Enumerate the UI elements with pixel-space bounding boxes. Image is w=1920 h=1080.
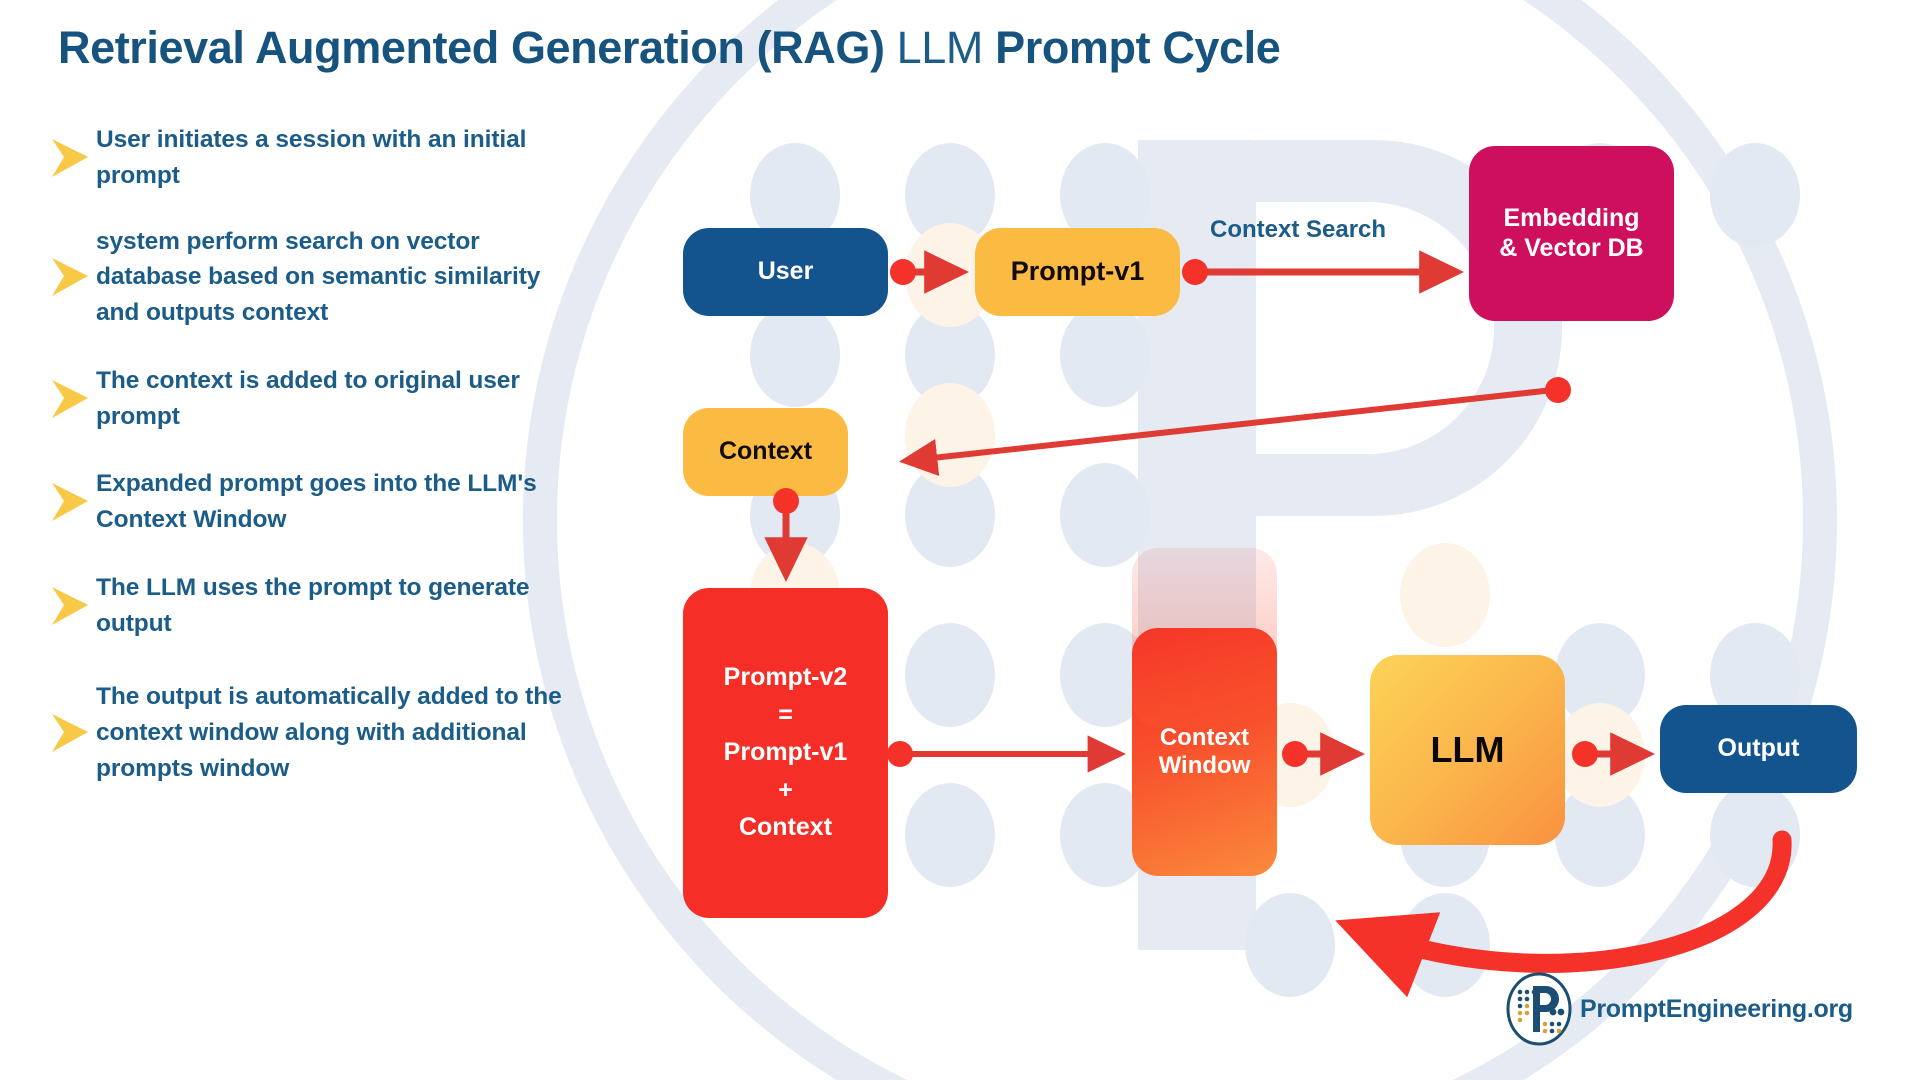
chevron-arrow-icon (52, 138, 88, 177)
chevron-arrow-icon (52, 714, 88, 753)
chevron-arrow-icon (52, 379, 88, 418)
edge-embedding-to-context (899, 377, 1571, 476)
list-item-label: Expanded prompt goes into the LLM's Cont… (96, 470, 537, 534)
prompt-engineering-logo-icon (1506, 972, 1572, 1046)
list-item-label: The LLM uses the prompt to generate outp… (96, 573, 530, 637)
edge-user-to-promptv1 (890, 250, 969, 294)
edge-promptv2-to-contextwindow (887, 735, 1126, 773)
list-item: Expanded prompt goes into the LLM's Cont… (46, 466, 566, 538)
page-title: Retrieval Augmented Generation (RAG) LLM… (58, 22, 1281, 74)
infographic-canvas: Retrieval Augmented Generation (RAG) LLM… (0, 0, 1920, 1080)
title-part-1: Retrieval Augmented Generation (RAG) (58, 22, 897, 73)
chevron-arrow-icon (52, 483, 88, 522)
brand-logo[interactable]: PromptEngineering.org (1506, 972, 1853, 1046)
chevron-arrow-icon (52, 258, 88, 297)
list-item: The LLM uses the prompt to generate outp… (46, 570, 566, 642)
list-item: User initiates a session with an initial… (46, 122, 566, 194)
edge-promptv1-to-embedding (1182, 250, 1464, 294)
bullet-list: User initiates a session with an initial… (46, 122, 566, 815)
list-item-label: User initiates a session with an initial… (96, 126, 527, 189)
list-item: system perform search on vector database… (46, 224, 566, 331)
brand-logo-label: PromptEngineering.org (1580, 994, 1853, 1023)
edge-output-to-contextwindow-feedback (1335, 830, 1792, 998)
edge-label-context-search: Context Search (1210, 216, 1387, 243)
list-item-label: system perform search on vector database… (96, 227, 541, 327)
edge-contextwindow-to-llm (1282, 732, 1365, 776)
edge-context-to-promptv2 (764, 488, 808, 582)
chevron-arrow-icon (52, 586, 88, 625)
list-item: The context is added to original user pr… (46, 363, 566, 435)
edge-llm-to-output (1572, 732, 1655, 776)
list-item: The output is automatically added to the… (46, 679, 566, 786)
list-item-label: The output is automatically added to the… (96, 683, 562, 782)
title-part-2: Prompt Cycle (983, 22, 1281, 73)
title-part-llm: LLM (896, 22, 984, 73)
list-item-label: The context is added to original user pr… (96, 366, 520, 430)
